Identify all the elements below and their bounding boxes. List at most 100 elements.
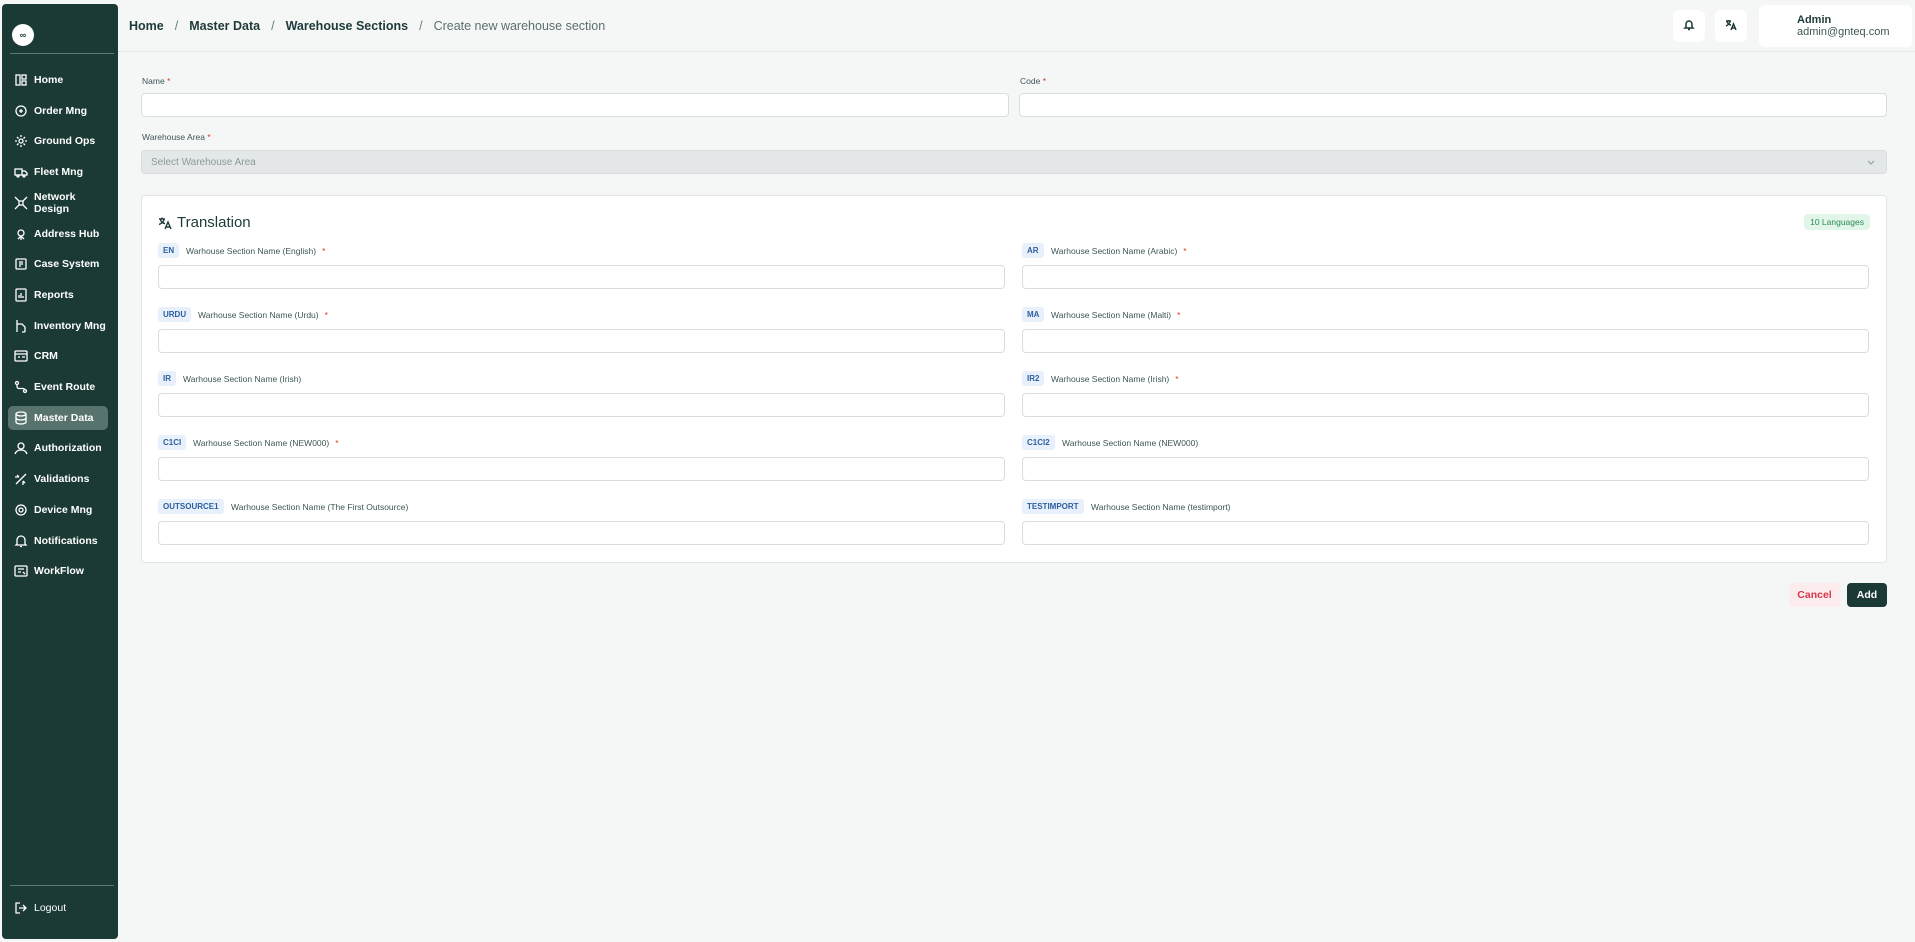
topbar: Home / Master Data / Warehouse Sections … — [118, 0, 1915, 52]
chevron-down-icon — [1866, 157, 1876, 167]
translation-input-ma[interactable] — [1022, 329, 1869, 353]
logout-label: Logout — [34, 902, 67, 914]
translation-title: Translation — [177, 214, 251, 231]
sidebar-item-label: Device Mng — [34, 503, 93, 516]
translation-input-c1ci[interactable] — [158, 457, 1005, 481]
code-input[interactable] — [1019, 93, 1887, 117]
logout-icon — [14, 901, 28, 915]
sidebar-item-inventory-mng[interactable]: Inventory Mng — [8, 314, 108, 338]
breadcrumb-separator: / — [174, 19, 179, 33]
language-button[interactable] — [1715, 10, 1747, 42]
sidebar-item-label: Inventory Mng — [34, 319, 106, 332]
translation-input-ar[interactable] — [1022, 265, 1869, 289]
sidebar-item-label: Event Route — [34, 381, 96, 393]
warehouse-area-label: Warehouse Area * — [142, 132, 211, 142]
sidebar-item-notifications[interactable]: Notifications — [8, 529, 108, 553]
language-code-badge: IR2 — [1022, 371, 1045, 386]
translation-input-c1ci2[interactable] — [1022, 457, 1869, 481]
sidebar-item-label: Address Hub — [34, 227, 100, 240]
translation-input-urdu[interactable] — [158, 329, 1005, 353]
translation-field-label: Warhouse Section Name (NEW000) — [1062, 438, 1199, 448]
sidebar-item-authorization[interactable]: Authorization — [8, 436, 108, 460]
user-name: Admin — [1797, 14, 1832, 26]
inventory-icon — [14, 319, 28, 333]
sidebar-item-reports[interactable]: Reports — [8, 283, 108, 307]
translation-card: Translation 10 Languages EN Warhouse Sect… — [141, 195, 1887, 563]
breadcrumb-home[interactable]: Home — [129, 19, 164, 33]
breadcrumb-warehouse-sections[interactable]: Warehouse Sections — [286, 19, 409, 33]
translation-input-testimport[interactable] — [1022, 521, 1869, 545]
user-icon — [14, 441, 28, 455]
sidebar-item-label: Home — [34, 74, 64, 86]
breadcrumb-separator: / — [419, 19, 423, 33]
sidebar-item-label: Ground Ops — [34, 135, 96, 148]
translation-input-outsource1[interactable] — [158, 521, 1005, 545]
languages-count-badge: 10 Languages — [1804, 214, 1870, 230]
code-label: Code * — [1020, 76, 1047, 86]
translation-field-label: Warhouse Section Name (Urdu) * — [198, 310, 328, 320]
sidebar-item-workflow[interactable]: WorkFlow — [8, 559, 108, 583]
translation-input-ir2[interactable] — [1022, 393, 1869, 417]
language-code-badge: OUTSOURCE1 — [158, 499, 224, 514]
translation-field-label: Warhouse Section Name (Arabic) * — [1051, 246, 1187, 256]
sidebar-item-fleet-mng[interactable]: Fleet Mng — [8, 160, 108, 184]
sidebar-item-label: WorkFlow — [34, 565, 84, 578]
case-icon — [14, 257, 28, 271]
route-icon — [14, 380, 28, 394]
sidebar-item-device-mng[interactable]: Device Mng — [8, 498, 108, 522]
address-icon — [14, 227, 28, 241]
sidebar-item-validations[interactable]: Validations — [8, 467, 108, 491]
sidebar-item-case-system[interactable]: Case System — [8, 252, 108, 276]
workflow-icon — [14, 564, 28, 578]
sidebar-item-label: Network Design — [34, 190, 76, 215]
device-icon — [14, 503, 28, 517]
breadcrumb-master-data[interactable]: Master Data — [189, 19, 260, 33]
sidebar-item-label: CRM — [34, 350, 58, 363]
sidebar-item-label: Reports — [34, 288, 74, 301]
sidebar-item-label: Notifications — [34, 534, 98, 547]
language-code-badge: MA — [1022, 307, 1045, 322]
language-code-badge: C1CI — [158, 435, 187, 450]
truck-icon — [14, 165, 28, 179]
sidebar-item-label: Order Mng — [34, 104, 88, 117]
validations-icon — [14, 472, 28, 486]
sidebar-item-home[interactable]: Home — [8, 68, 108, 92]
language-code-badge: TESTIMPORT — [1022, 499, 1084, 514]
translation-field-label: Warhouse Section Name (English) * — [186, 246, 326, 256]
translation-field-label: Warhouse Section Name (NEW000) * — [193, 438, 339, 448]
sidebar-item-ground-ops[interactable]: Ground Ops — [8, 129, 108, 153]
sidebar-item-event-route[interactable]: Event Route — [8, 375, 108, 399]
language-code-badge: EN — [158, 243, 180, 258]
warehouse-area-placeholder: Select Warehouse Area — [151, 156, 256, 168]
sidebar-item-network-design[interactable]: Network Design — [8, 191, 108, 215]
name-input[interactable] — [141, 93, 1009, 117]
notifications-button[interactable] — [1673, 10, 1705, 42]
translation-field-label: Warhouse Section Name (Irish) * — [1051, 374, 1179, 384]
sidebar-item-label: Authorization — [34, 442, 102, 455]
translation-field-label: Warhouse Section Name (The First Outsour… — [231, 502, 409, 512]
cancel-button[interactable]: Cancel — [1789, 583, 1840, 607]
user-menu[interactable]: Admin admin@gnteq.com — [1759, 5, 1912, 47]
crm-icon — [14, 349, 28, 363]
network-icon — [14, 196, 28, 210]
translation-field-label: Warhouse Section Name (Malti) * — [1051, 310, 1181, 320]
sidebar-item-label: Master Data — [34, 411, 94, 424]
translation-input-ir[interactable] — [158, 393, 1005, 417]
breadcrumb-separator: / — [271, 19, 275, 33]
breadcrumb-current: Create new warehouse section — [433, 19, 606, 33]
home-icon — [14, 73, 28, 87]
translation-input-en[interactable] — [158, 265, 1005, 289]
language-code-badge: C1CI2 — [1022, 435, 1055, 450]
sidebar-item-address-hub[interactable]: Address Hub — [8, 222, 108, 246]
warehouse-area-select[interactable]: Select Warehouse Area — [141, 150, 1887, 174]
logo-icon: ∞ — [12, 24, 34, 46]
order-icon — [14, 104, 28, 118]
add-button[interactable]: Add — [1847, 583, 1887, 607]
bell-icon — [1683, 19, 1695, 34]
reports-icon — [14, 288, 28, 302]
sidebar-item-order-mng[interactable]: Order Mng — [8, 99, 108, 123]
sidebar-item-master-data[interactable]: Master Data — [8, 405, 108, 430]
logout-button[interactable]: Logout — [8, 896, 108, 920]
translate-icon — [1725, 19, 1737, 34]
sidebar-item-crm[interactable]: CRM — [8, 344, 108, 368]
